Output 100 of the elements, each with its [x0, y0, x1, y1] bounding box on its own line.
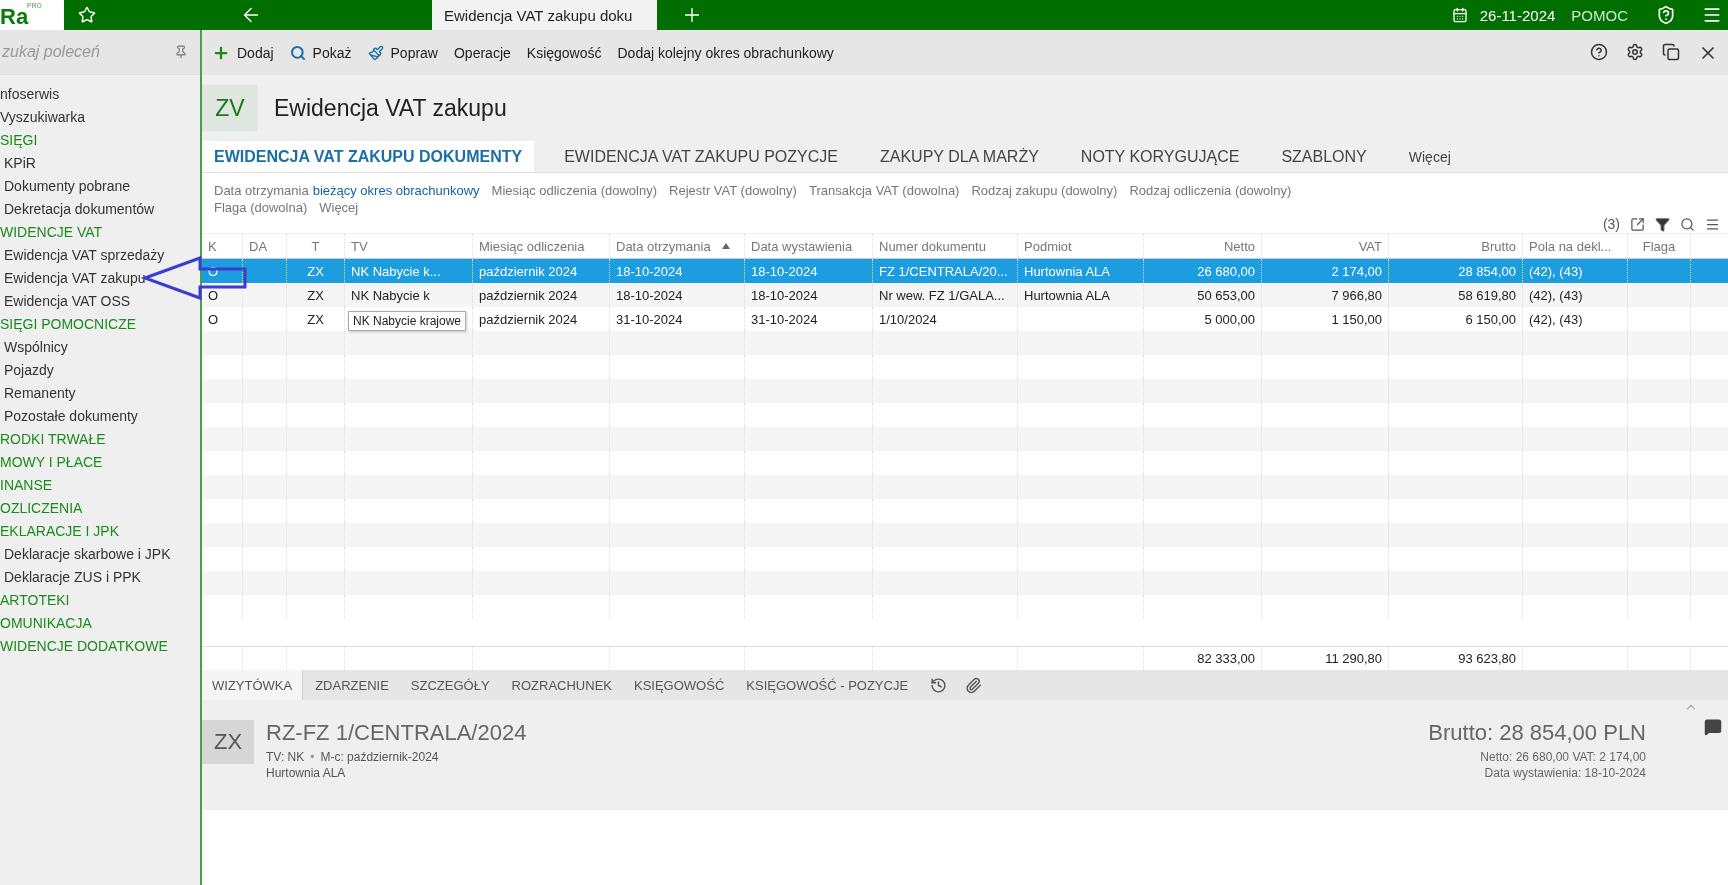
tab[interactable]: EWIDENCJA VAT ZAKUPU DOKUMENTY	[202, 141, 535, 172]
column-header[interactable]: Brutto	[1389, 234, 1523, 258]
page-title: Ewidencja VAT zakupu	[274, 94, 507, 122]
sidebar-item[interactable]: Vyszukiwarka	[0, 106, 200, 129]
tab[interactable]: NOTY KORYGUJĄCE	[1068, 141, 1252, 172]
shield-icon[interactable]	[1656, 5, 1676, 25]
filter-icon[interactable]	[1655, 216, 1670, 232]
document-tab[interactable]: Ewidencja VAT zakupu doku	[432, 0, 657, 30]
sidebar-item[interactable]: Pozostałe dokumenty	[0, 405, 200, 428]
module-badge: ZV	[202, 85, 258, 131]
sidebar-item[interactable]: Ewidencja VAT sprzedaży	[0, 244, 200, 267]
help-link[interactable]: POMOC	[1571, 6, 1628, 24]
document-type-badge: ZX	[202, 720, 254, 764]
sidebar-group[interactable]: WIDENCJE VAT	[0, 221, 200, 244]
more-tabs-link[interactable]: Więcej	[1396, 141, 1463, 172]
column-header[interactable]: T	[287, 234, 345, 258]
sidebar-item[interactable]: KPiR	[0, 152, 200, 175]
column-header[interactable]: VAT	[1262, 234, 1389, 258]
sidebar-group[interactable]: MOWY I PŁACE	[0, 451, 200, 474]
tab[interactable]: SZABLONY	[1269, 141, 1379, 172]
issue-date: Data wystawienia: 18-10-2024	[1484, 766, 1646, 780]
calendar-icon	[1451, 7, 1468, 23]
sidebar-group[interactable]: EKLARACJE I JPK	[0, 520, 200, 543]
sidebar-item[interactable]: Pojazdy	[0, 359, 200, 382]
sidebar-group[interactable]: SIĘGI	[0, 129, 200, 152]
sidebar-item[interactable]: Ewidencja VAT OSS	[0, 290, 200, 313]
sidebar-item[interactable]: Dekretacja dokumentów	[0, 198, 200, 221]
paperclip-icon[interactable]	[965, 676, 983, 694]
star-icon[interactable]	[78, 6, 96, 24]
toolbar-button[interactable]: Operacje	[454, 44, 511, 61]
sidebar-group[interactable]: WIDENCJE DODATKOWE	[0, 635, 200, 658]
command-search-field[interactable]: zukaj poleceń	[0, 30, 200, 75]
filter-link[interactable]: Transakcja VAT (dowolna)	[808, 183, 960, 198]
filter-link[interactable]: Rodzaj odliczenia (dowolny)	[1129, 183, 1292, 198]
document-meta: TV: NK • M-c: październik-2024	[266, 750, 440, 764]
column-header[interactable]: Netto	[1144, 234, 1262, 258]
menu-icon[interactable]	[1705, 216, 1720, 232]
tab[interactable]: ZDARZENIE	[305, 670, 399, 700]
filter-link[interactable]: bieżący okres obrachunkowy	[312, 183, 480, 198]
column-header[interactable]: Numer dokumentu	[873, 234, 1018, 258]
tab[interactable]: ZAKUPY DLA MARŻY	[868, 141, 1051, 172]
column-header[interactable]: Podmiot	[1018, 234, 1144, 258]
document-number: RZ-FZ 1/CENTRALA/2024	[266, 720, 527, 746]
tab[interactable]: EWIDENCJA VAT ZAKUPU POZYCJE	[552, 141, 850, 172]
filter-link[interactable]: Flaga (dowolna)	[214, 200, 308, 215]
current-date: 26-11-2024	[1479, 6, 1556, 24]
pin-icon[interactable]	[174, 45, 188, 59]
toolbar-button[interactable]: Dodaj kolejny okres obrachunkowy	[617, 44, 834, 61]
tab[interactable]: ROZRACHUNEK	[501, 670, 622, 700]
filter-link[interactable]: Rodzaj zakupu (dowolny)	[971, 183, 1118, 198]
filter-link[interactable]: Więcej	[319, 200, 359, 215]
sidebar-item[interactable]: Wspólnicy	[0, 336, 200, 359]
column-header[interactable]: K	[202, 234, 243, 258]
tab[interactable]: KSIĘGOWOŚĆ - POZYCJE	[736, 670, 919, 700]
column-header[interactable]: Flaga	[1628, 234, 1691, 258]
column-header[interactable]: Miesiąc odliczenia	[473, 234, 610, 258]
tab[interactable]: WIZYTÓWKA	[202, 670, 304, 700]
history-icon[interactable]	[930, 676, 948, 694]
settings-icon[interactable]	[1626, 42, 1644, 63]
tab[interactable]: SZCZEGÓŁY	[400, 670, 500, 700]
sidebar-group[interactable]: SIĘGI POMOCNICZE	[0, 313, 200, 336]
gross-amount: Brutto: 28 854,00 PLN	[1428, 720, 1646, 746]
sidebar-item[interactable]: nfoserwis	[0, 83, 200, 106]
menu-icon[interactable]	[1702, 5, 1722, 25]
sidebar-group[interactable]: RODKI TRWAŁE	[0, 428, 200, 451]
sidebar-group[interactable]: OZLICZENIA	[0, 497, 200, 520]
search-icon[interactable]	[1680, 216, 1695, 232]
record-count: (3)	[1602, 216, 1620, 232]
sidebar-group[interactable]: OMUNIKACJA	[0, 612, 200, 635]
filter-label: Data otrzymania	[214, 183, 309, 198]
search-icon	[289, 44, 306, 61]
sidebar-group[interactable]: INANSE	[0, 474, 200, 497]
toolbar-button[interactable]: Księgowość	[526, 44, 602, 61]
counterparty-name: Hurtownia ALA	[266, 766, 347, 780]
sidebar-item[interactable]: Deklaracje ZUS i PPK	[0, 566, 200, 589]
net-vat-amounts: Netto: 26 680,00 VAT: 2 174,00	[1480, 750, 1646, 764]
toolbar-button[interactable]: Popraw	[367, 44, 438, 61]
help-icon[interactable]	[1590, 42, 1608, 63]
column-header[interactable]: Data wystawienia	[745, 234, 873, 258]
sidebar-item[interactable]: Deklaracje skarbowe i JPK	[0, 543, 200, 566]
toolbar-button[interactable]: Dodaj	[212, 43, 274, 62]
tooltip: NK Nabycie krajowe	[348, 311, 467, 331]
restore-icon[interactable]	[1662, 42, 1680, 63]
toolbar-button[interactable]: Pokaż	[289, 44, 352, 61]
sidebar-item[interactable]: Ewidencja VAT zakupu	[0, 267, 200, 290]
column-header[interactable]: DA	[243, 234, 287, 258]
column-header[interactable]: Data otrzymania	[610, 234, 745, 258]
column-header[interactable]: TV	[345, 234, 473, 258]
table-row[interactable]: O ZX NK Nabycie k październik 2024 18-10-2024 18-10-2024 Nr wew. FZ 1/GALA... Hurtownia ALA 50 653,00 7 966,80 58 619,80 (42), (43)	[202, 283, 1728, 307]
command-search-input[interactable]: zukaj poleceń	[0, 42, 150, 62]
sidebar-item[interactable]: Dokumenty pobrane	[0, 175, 200, 198]
column-header[interactable]: Pola na dekl...	[1523, 234, 1628, 258]
export-icon[interactable]	[1630, 216, 1645, 232]
brush-icon	[367, 44, 384, 61]
comment-icon[interactable]	[1704, 718, 1722, 736]
filter-link[interactable]: Rejestr VAT (dowolny)	[669, 183, 797, 198]
sidebar-group[interactable]: ARTOTEKI	[0, 589, 200, 612]
tab[interactable]: KSIĘGOWOŚĆ	[624, 670, 735, 700]
filter-link[interactable]: Miesiąc odliczenia (dowolny)	[491, 183, 658, 198]
sidebar-item[interactable]: Remanenty	[0, 382, 200, 405]
